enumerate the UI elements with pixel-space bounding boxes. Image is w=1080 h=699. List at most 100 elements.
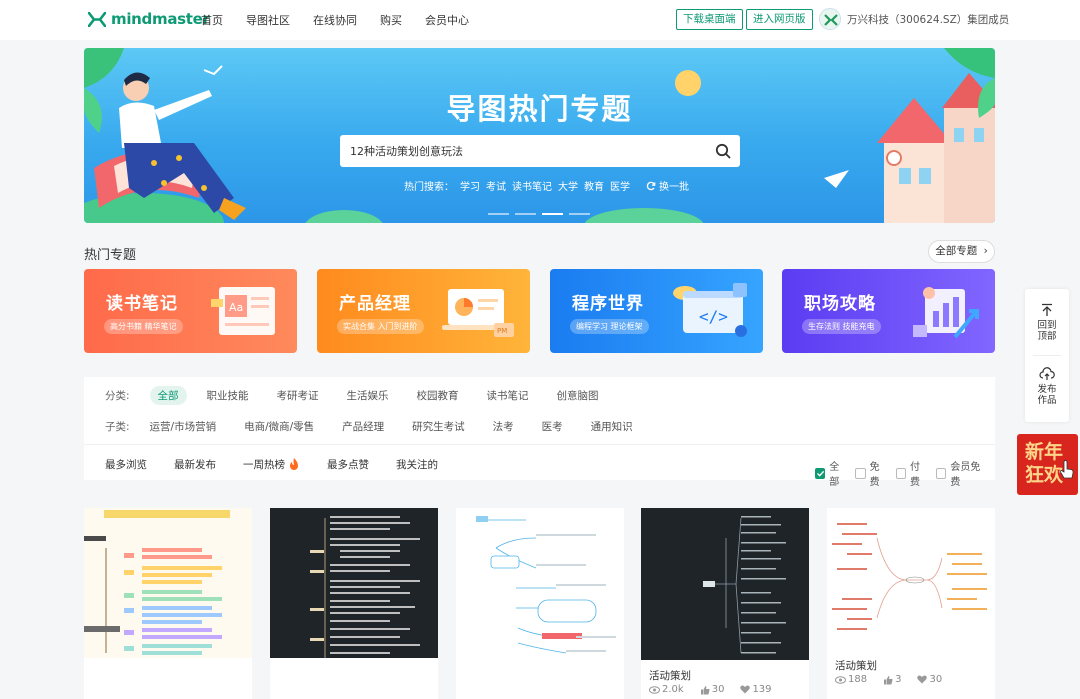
work-card[interactable] [456,508,624,699]
subcategory-option[interactable]: 运营/市场营销 [150,419,217,434]
check-all[interactable]: 全部 [815,458,847,488]
check-label: 付费 [909,462,920,488]
carousel-dot[interactable] [515,213,536,215]
open-web-button[interactable]: 进入网页版 [746,9,813,30]
nav-buy[interactable]: 购买 [380,12,402,28]
price-filters: 全部 免费 付费 会员免费 [815,458,995,488]
nav-community[interactable]: 导图社区 [246,12,290,28]
avatar [819,8,841,30]
side-toolbar: 回到 顶部 发布 作品 [1025,289,1069,422]
views-count: 2.0k [649,684,692,695]
refresh-button[interactable]: 换一批 [646,178,695,193]
download-desktop-button[interactable]: 下载桌面端 [676,9,743,30]
work-card[interactable]: 活动策划 2.0k 30 139 [641,508,809,699]
checkbox-icon [936,467,947,479]
carousel-dot[interactable] [569,213,590,215]
topic-card-programming[interactable]: 程序世界 编程学习 理论框架 </> [550,269,763,353]
subcategory-option[interactable]: 法考 [493,419,514,434]
sort-following[interactable]: 我关注的 [396,457,438,472]
carousel-dot-active[interactable] [542,213,563,215]
eye-icon [835,675,846,684]
sort-newest[interactable]: 最新发布 [174,457,216,472]
work-meta: 188 3 30 [835,674,958,685]
check-paid[interactable]: 付费 [895,458,928,488]
logo[interactable]: mindmaster [88,10,210,28]
thumbs-up-icon [884,675,893,684]
checkbox-icon [895,467,906,479]
user-menu[interactable]: 万兴科技（300624.SZ）集团成员 [819,8,1009,30]
check-member-free[interactable]: 会员免费 [936,458,987,488]
avatar-logo-icon [820,9,840,29]
back-to-top-label-2: 顶部 [1037,331,1057,342]
chevron-right-icon: › [983,245,988,257]
card-title: 程序世界 [572,294,644,314]
check-free[interactable]: 免费 [855,458,887,488]
refresh-label: 换一批 [659,182,689,193]
sort-weekly-hot-label: 一周热榜 [243,459,285,471]
subcategory-option[interactable]: 通用知识 [591,419,633,434]
sort-most-viewed[interactable]: 最多浏览 [105,457,147,472]
carousel-dots [488,213,596,215]
nav-member[interactable]: 会员中心 [425,12,469,28]
subcategory-option[interactable]: 产品经理 [342,419,384,434]
check-label: 免费 [869,462,880,488]
category-option[interactable]: 生活娱乐 [347,388,389,403]
publish-label-1: 发布 [1037,384,1057,395]
sort-weekly-hot[interactable]: 一周热榜 [243,457,300,472]
mindmap-thumbnail [827,508,995,650]
divider [84,444,995,445]
category-option[interactable]: 读书笔记 [487,388,529,403]
category-label: 分类: [105,390,130,402]
card-subtitle: 实战合集 入门到进阶 [337,319,424,334]
mindmap-thumbnail [456,508,624,658]
checkbox-icon [855,467,866,479]
hot-term[interactable]: 教育 [584,178,604,193]
new-year-promo[interactable]: 新年狂欢 [1017,434,1078,495]
subcategory-option[interactable]: 研究生考试 [412,419,465,434]
card-title: 职场攻略 [804,294,876,314]
category-all[interactable]: 全部 [149,386,187,405]
carousel-dot[interactable] [488,213,509,215]
card-title: 读书笔记 [106,294,178,314]
hot-term[interactable]: 读书笔记 [512,178,552,193]
refresh-icon [646,181,656,190]
hot-term[interactable]: 考试 [486,178,506,193]
sort-most-liked[interactable]: 最多点赞 [327,457,369,472]
hot-term[interactable]: 学习 [460,178,480,193]
nav-home[interactable]: 首页 [201,12,223,28]
search-icon[interactable] [715,143,731,159]
subcategory-option[interactable]: 电商/微商/零售 [244,419,314,434]
favs-count: 139 [740,684,779,695]
work-card[interactable] [270,508,438,699]
category-option[interactable]: 职业技能 [207,388,249,403]
search-input[interactable] [340,135,700,167]
publish-button[interactable]: 发布 作品 [1025,367,1069,406]
mindmap-thumbnail [84,508,252,658]
bar-chart-icon [913,287,979,339]
subcategory-option[interactable]: 医考 [542,419,563,434]
checkbox-checked-icon [815,467,826,479]
laptop-icon: PM [442,289,514,337]
card-subtitle: 高分书籍 精华笔记 [104,319,183,334]
category-option[interactable]: 考研考证 [277,388,319,403]
publish-label-2: 作品 [1037,395,1057,406]
topic-card-career[interactable]: 职场攻略 生存法则 技能充电 [782,269,995,353]
hot-term[interactable]: 医学 [610,178,630,193]
check-label: 全部 [829,462,840,488]
work-card[interactable] [84,508,252,699]
category-option[interactable]: 创意脑图 [557,388,599,403]
work-card[interactable]: 活动策划 188 3 30 [827,508,995,699]
back-to-top-button[interactable]: 回到 顶部 [1025,303,1069,342]
all-topics-button[interactable]: 全部专题 › [928,240,995,263]
topic-card-reading[interactable]: 读书笔记 高分书籍 精华笔记 Aa [84,269,297,353]
category-option[interactable]: 校园教育 [417,388,459,403]
code-window-icon: </> [673,283,747,337]
flame-icon [290,457,298,470]
nav-collab[interactable]: 在线协同 [313,12,357,28]
eye-icon [649,685,660,694]
heart-icon [917,675,928,684]
topic-card-product[interactable]: 产品经理 实战合集 入门到进阶 PM [317,269,530,353]
banner-title: 导图热门专题 [446,92,633,126]
main-nav: 首页 导图社区 在线协同 购买 会员中心 [201,12,492,28]
hot-term[interactable]: 大学 [558,178,578,193]
